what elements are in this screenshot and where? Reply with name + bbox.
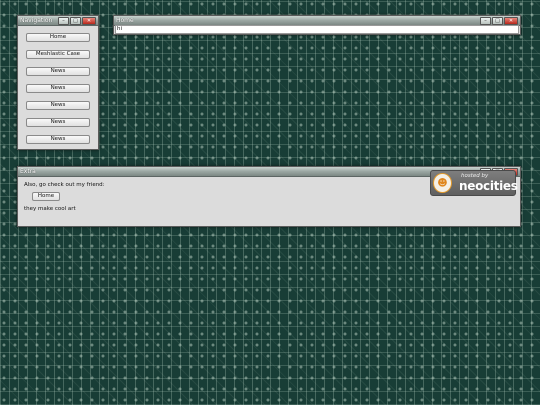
minimize-icon[interactable]: – — [480, 17, 491, 25]
nav-news-button[interactable]: News — [26, 67, 90, 76]
navigation-window: Navigation – □ ✕ Home Meshlastic Case Ne… — [17, 15, 99, 150]
extra-window: Extra – □ ✕ Also, go check out my friend… — [17, 166, 521, 227]
nav-news-button[interactable]: News — [26, 84, 90, 93]
close-icon[interactable]: ✕ — [82, 17, 96, 25]
intro-text: Also, go check out my friend: — [24, 182, 105, 188]
navigation-list: Home Meshlastic Case News News News News… — [26, 33, 90, 152]
nav-news-button[interactable]: News — [26, 135, 90, 144]
friend-home-button[interactable]: Home — [32, 192, 60, 201]
close-icon[interactable]: ✕ — [504, 17, 518, 25]
extra-content: Also, go check out my friend: Home they … — [24, 182, 105, 212]
neocities-logo-text: neocities — [459, 179, 518, 193]
address-field[interactable]: hi — [115, 25, 519, 34]
maximize-icon[interactable]: □ — [492, 17, 503, 25]
window-title: Home — [116, 17, 134, 24]
neocities-badge[interactable]: ☻ hosted by neocities — [430, 170, 518, 196]
note-text: they make cool art — [24, 206, 76, 212]
nav-news-button[interactable]: News — [26, 101, 90, 110]
nav-meshlastic-case-button[interactable]: Meshlastic Case — [26, 50, 90, 59]
minimize-icon[interactable]: – — [58, 17, 69, 25]
cat-icon: ☻ — [433, 173, 452, 193]
nav-news-button[interactable]: News — [26, 118, 90, 127]
navigation-titlebar[interactable]: Navigation – □ ✕ — [18, 16, 98, 26]
window-title: Extra — [20, 168, 36, 175]
nav-home-button[interactable]: Home — [26, 33, 90, 42]
home-window: Home – □ ✕ hi — [113, 15, 521, 35]
maximize-icon[interactable]: □ — [70, 17, 81, 25]
window-title: Navigation — [20, 17, 53, 24]
